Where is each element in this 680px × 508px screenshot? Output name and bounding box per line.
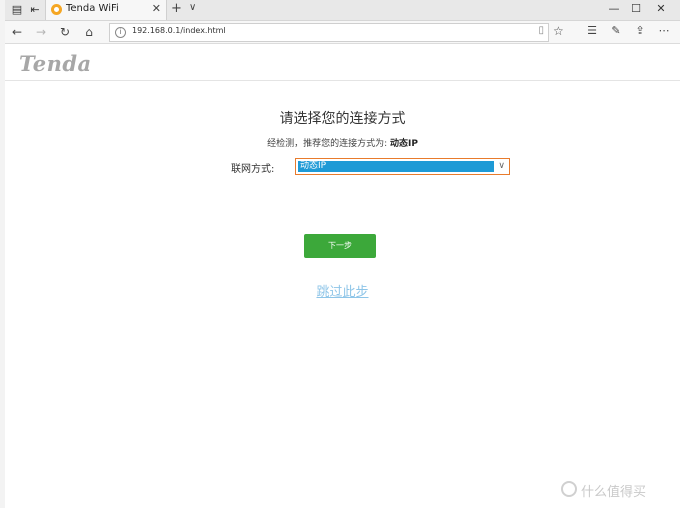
- tab-bar: ▤ ⇤ Tenda WiFi ✕ + ∨ — ☐ ✕: [5, 0, 680, 21]
- connection-type-select[interactable]: 动态IP ∨: [295, 158, 510, 175]
- navigation-bar: ← → ↻ ⌂ i 192.168.0.1/index.html ▯ ☆ ☰ ✎…: [5, 21, 680, 44]
- address-bar[interactable]: i 192.168.0.1/index.html ▯: [109, 23, 549, 42]
- more-menu-icon[interactable]: ⋯: [656, 24, 672, 37]
- tab-menu-chevron-down-icon[interactable]: ∨: [189, 2, 196, 13]
- url-text[interactable]: 192.168.0.1/index.html: [132, 26, 226, 35]
- pen-notes-icon[interactable]: ✎: [608, 24, 624, 37]
- info-icon[interactable]: i: [115, 27, 126, 38]
- close-window-icon[interactable]: ✕: [650, 2, 672, 15]
- watermark-icon: [561, 481, 577, 497]
- skip-step-link: 跳过此步: [5, 281, 680, 300]
- home-icon[interactable]: ⌂: [81, 24, 97, 40]
- page-title: 请选择您的连接方式: [279, 111, 406, 127]
- maximize-icon[interactable]: ☐: [625, 2, 647, 15]
- page-header: Tenda: [5, 44, 680, 81]
- watermark-text: 什么值得买: [581, 485, 647, 500]
- tab-preview-icon[interactable]: ▤: [8, 2, 26, 18]
- set-aside-tabs-icon[interactable]: ⇤: [26, 2, 44, 18]
- reading-view-icon[interactable]: ▯: [538, 25, 544, 36]
- detection-prefix: 经检测，推荐您的连接方式为:: [267, 139, 388, 149]
- detected-connection-type: 动态IP: [389, 139, 418, 149]
- back-arrow-icon[interactable]: ←: [9, 24, 25, 40]
- skip-step-link-text[interactable]: 跳过此步: [316, 285, 368, 300]
- next-step-button[interactable]: 下一步: [304, 234, 376, 258]
- connection-type-label: 联网方式:: [231, 164, 275, 175]
- chevron-down-icon[interactable]: ∨: [498, 161, 505, 171]
- refresh-icon[interactable]: ↻: [57, 24, 73, 40]
- new-tab-icon[interactable]: +: [171, 1, 182, 16]
- minimize-icon[interactable]: —: [603, 2, 625, 15]
- tenda-favicon-icon: [51, 4, 62, 15]
- tab-title: Tenda WiFi: [66, 3, 119, 14]
- forward-arrow-icon[interactable]: →: [33, 24, 49, 40]
- browser-window: ▤ ⇤ Tenda WiFi ✕ + ∨ — ☐ ✕ ← → ↻ ⌂ i 192…: [5, 0, 680, 508]
- connection-type-selected-value[interactable]: 动态IP: [298, 161, 494, 172]
- detection-result: 经检测，推荐您的连接方式为: 动态IP: [5, 136, 680, 149]
- share-icon[interactable]: ⇪: [632, 24, 648, 37]
- tab-tenda-wifi[interactable]: Tenda WiFi ✕: [45, 0, 167, 20]
- favorites-list-icon[interactable]: ☰: [584, 24, 600, 37]
- tenda-logo: Tenda: [19, 51, 92, 76]
- close-tab-icon[interactable]: ✕: [152, 2, 161, 15]
- favorite-star-icon[interactable]: ☆: [553, 24, 564, 38]
